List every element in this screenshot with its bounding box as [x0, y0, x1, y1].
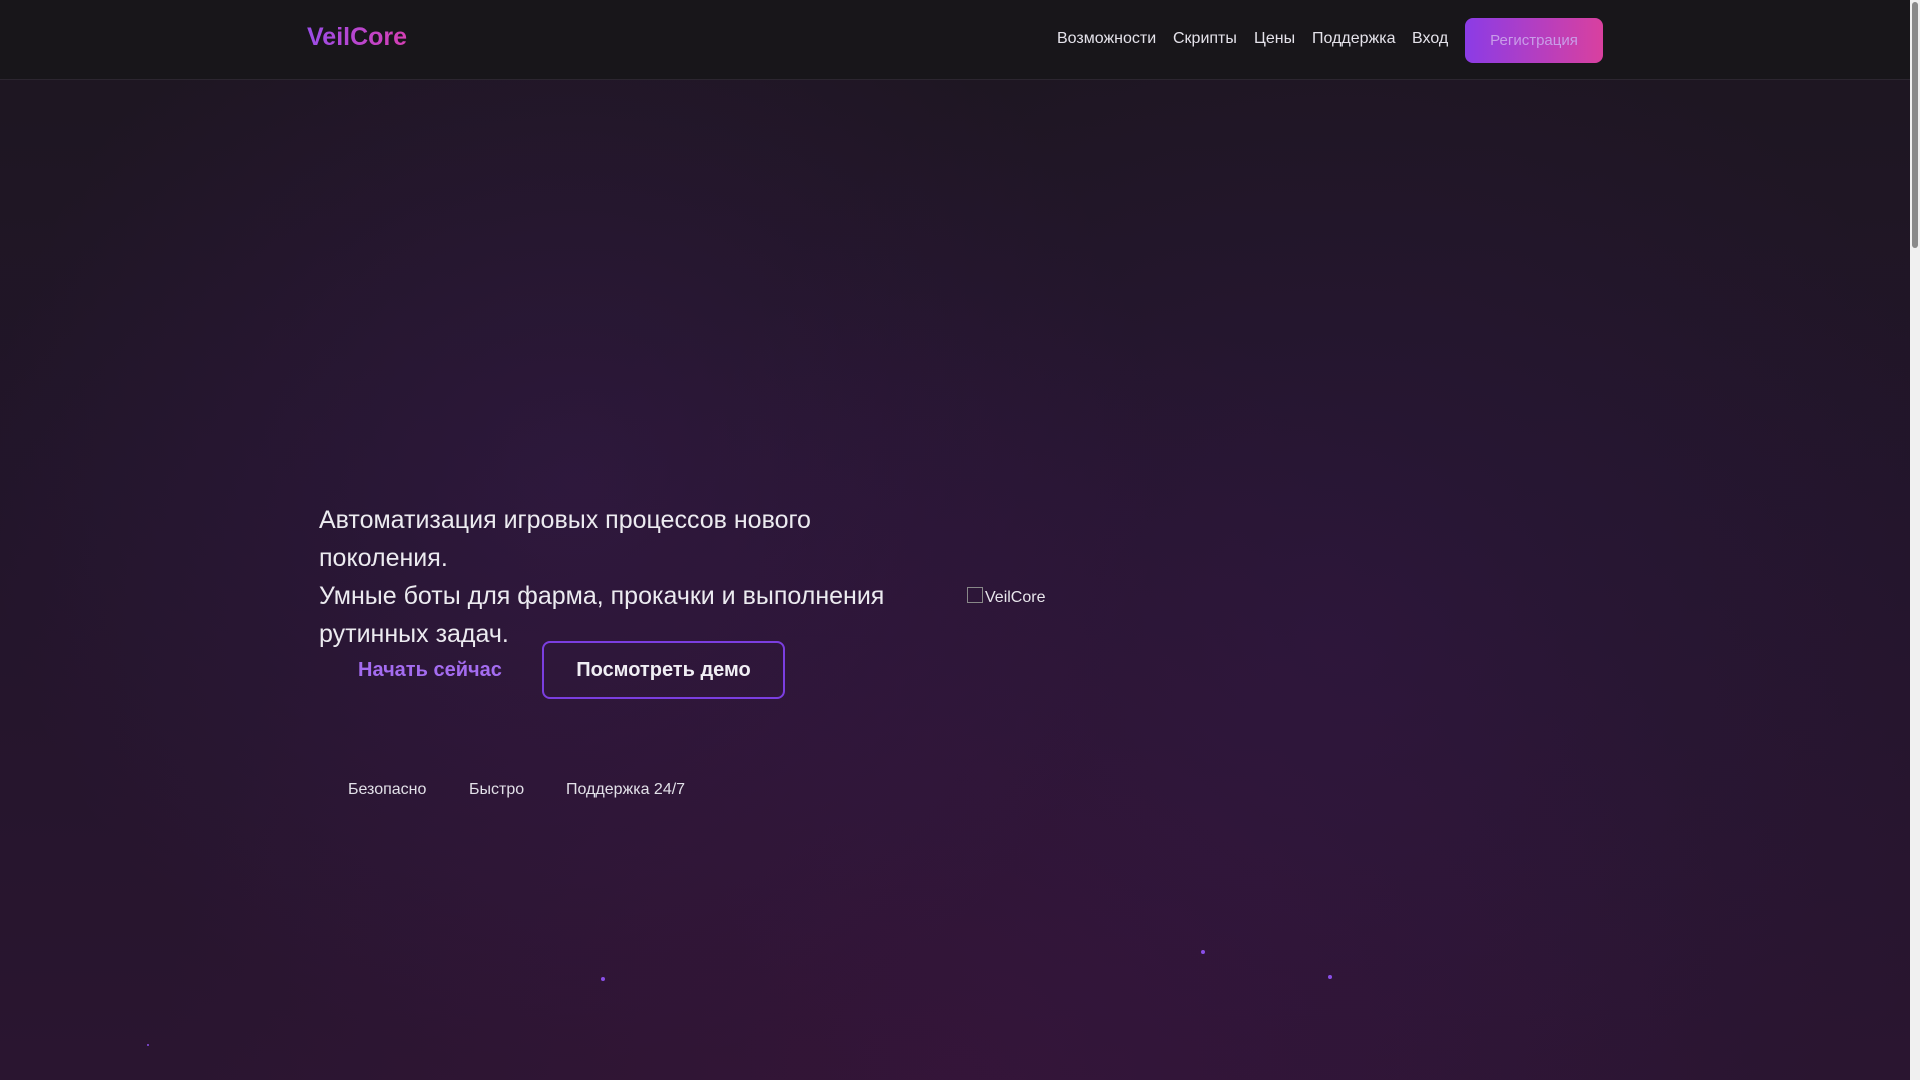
- background-glow: [0, 0, 1910, 1080]
- feature-support: Поддержка 24/7: [566, 781, 686, 798]
- particle-dot: [147, 1044, 149, 1046]
- page: VeilCore Возможности Скрипты Цены Поддер…: [0, 0, 1910, 1080]
- register-button[interactable]: Регистрация: [1465, 18, 1603, 63]
- particle-dot: [601, 977, 605, 981]
- broken-image-icon: [967, 587, 983, 603]
- nav-item-login[interactable]: Вход: [1412, 30, 1448, 48]
- feature-secure: Безопасно: [348, 781, 427, 798]
- scrollbar[interactable]: [1910, 0, 1920, 1080]
- hero-description: Автоматизация игровых процессов нового п…: [319, 501, 939, 653]
- hero-line: Умные боты для фарма, прокачки и выполне…: [319, 582, 885, 610]
- nav-item-support[interactable]: Поддержка: [1312, 30, 1395, 48]
- start-now-button[interactable]: Начать сейчас: [319, 641, 541, 699]
- nav-item-scripts[interactable]: Скрипты: [1173, 30, 1237, 48]
- logo[interactable]: VeilCore: [307, 23, 407, 52]
- hero-line: Автоматизация игровых процессов нового п…: [319, 506, 811, 572]
- watch-demo-button[interactable]: Посмотреть демо: [542, 641, 785, 699]
- particle-dot: [1201, 950, 1205, 954]
- nav-item-pricing[interactable]: Цены: [1254, 30, 1295, 48]
- particle-dot: [1328, 975, 1332, 979]
- nav-item-features[interactable]: Возможности: [1057, 30, 1156, 48]
- feature-fast: Быстро: [469, 781, 525, 798]
- scrollbar-thumb[interactable]: [1912, 2, 1918, 248]
- hero-image: VeilCore: [967, 587, 1046, 607]
- hero-image-alt: VeilCore: [985, 589, 1046, 606]
- site-header: VeilCore Возможности Скрипты Цены Поддер…: [0, 0, 1910, 80]
